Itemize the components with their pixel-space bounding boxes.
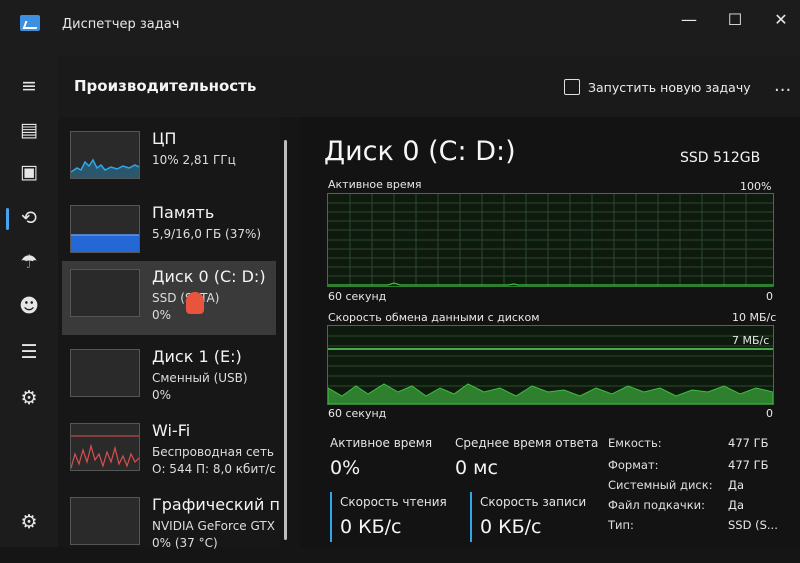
prop-type-label: Тип: xyxy=(608,518,634,532)
transfer-rate-graph-duration: 60 секунд xyxy=(328,407,387,420)
page-header: Производительность Запустить новую задач… xyxy=(58,55,800,117)
device-memory[interactable]: Память 5,9/16,0 ГБ (37%) xyxy=(62,197,276,271)
page-title: Производительность xyxy=(74,77,257,95)
disk-title: Диск 0 (C: D:) xyxy=(324,136,516,167)
device-value: О: 544 П: 8,0 кбит/с xyxy=(152,462,276,476)
stat-active-time-value: 0% xyxy=(330,457,361,479)
stat-response-time-label: Среднее время ответа xyxy=(455,436,599,450)
active-nav-indicator xyxy=(6,208,9,230)
prop-pagefile-value: Да xyxy=(728,498,745,512)
transfer-rate-graph-min: 0 xyxy=(766,407,773,420)
hand-cursor-icon xyxy=(186,292,204,314)
write-speed-accent xyxy=(470,492,472,542)
device-name: Память xyxy=(152,203,215,222)
stat-read-speed-label: Скорость чтения xyxy=(340,495,447,509)
run-task-icon xyxy=(564,79,580,95)
device-list: ЦП 10% 2,81 ГГц Память 5,9/16,0 ГБ (37%)… xyxy=(58,117,280,550)
read-speed-accent xyxy=(330,492,332,542)
device-subtitle: Сменный (USB) xyxy=(152,371,248,385)
transfer-rate-graph-max: 10 МБ/с xyxy=(732,311,777,324)
device-name: Wi-Fi xyxy=(152,421,191,440)
memory-thumbnail-graph xyxy=(70,205,140,253)
active-time-graph-min: 0 xyxy=(766,290,773,303)
active-time-grid xyxy=(328,194,773,286)
device-value: 0% xyxy=(152,308,172,322)
title-bar: Диспетчер задач — ☐ ✕ xyxy=(0,0,800,55)
device-gpu[interactable]: Графический п NVIDIA GeForce GTX 0% (37 … xyxy=(62,489,280,563)
stat-write-speed-label: Скорость записи xyxy=(480,495,587,509)
details-icon[interactable]: ☰ xyxy=(12,335,46,369)
close-button[interactable]: ✕ xyxy=(764,8,798,32)
active-time-graph-duration: 60 секунд xyxy=(328,290,387,303)
task-manager-logo-icon xyxy=(20,15,40,31)
startup-apps-icon[interactable]: ☂ xyxy=(12,245,46,279)
stat-read-speed-value: 0 КБ/с xyxy=(340,516,402,538)
prop-capacity-value: 477 ГБ xyxy=(728,436,769,450)
device-name: ЦП xyxy=(152,129,177,148)
run-task-label: Запустить новую задачу xyxy=(588,80,751,95)
prop-pagefile-label: Файл подкачки: xyxy=(608,498,706,512)
maximize-button[interactable]: ☐ xyxy=(718,8,752,32)
device-name: Графический п xyxy=(152,495,280,514)
prop-system-disk-value: Да xyxy=(728,478,745,492)
device-value: 0% xyxy=(152,388,172,402)
stat-write-speed-value: 0 КБ/с xyxy=(480,516,542,538)
processes-icon[interactable]: ▤ xyxy=(12,113,46,147)
performance-icon[interactable]: ▣ xyxy=(12,155,46,189)
users-icon[interactable]: ☻ xyxy=(12,289,46,323)
prop-system-disk-label: Системный диск: xyxy=(608,478,713,492)
prop-type-value: SSD (S... xyxy=(728,518,778,532)
gpu-thumbnail-graph xyxy=(70,497,140,545)
transfer-rate-graph-label: Скорость обмена данными с диском xyxy=(328,311,540,324)
navigation-rail: ≡ ▤ ▣ ⟲ ☂ ☻ ☰ ⚙ ⚙ xyxy=(0,55,58,547)
settings-icon[interactable]: ⚙ xyxy=(12,505,46,539)
transfer-rate-plot xyxy=(327,335,774,405)
transfer-rate-graph xyxy=(327,325,774,405)
device-name: Диск 1 (E:) xyxy=(152,347,242,366)
wifi-thumbnail-graph xyxy=(70,423,140,471)
device-value: 0% (37 °C) xyxy=(152,536,218,550)
hamburger-menu-icon[interactable]: ≡ xyxy=(12,69,46,103)
stat-response-time-value: 0 мс xyxy=(455,457,498,479)
device-wifi[interactable]: Wi-Fi Беспроводная сеть О: 544 П: 8,0 кб… xyxy=(62,415,276,489)
active-time-graph-label: Активное время xyxy=(328,178,422,191)
prop-format-value: 477 ГБ xyxy=(728,458,769,472)
transfer-rate-current-max: 7 МБ/с xyxy=(732,334,770,347)
run-new-task-button[interactable]: Запустить новую задачу xyxy=(564,79,751,95)
prop-capacity-label: Емкость: xyxy=(608,436,662,450)
device-cpu[interactable]: ЦП 10% 2,81 ГГц xyxy=(62,123,276,197)
stat-active-time-label: Активное время xyxy=(330,436,433,450)
device-subtitle: 5,9/16,0 ГБ (37%) xyxy=(152,227,262,241)
app-history-icon[interactable]: ⟲ xyxy=(12,201,46,235)
disk1-thumbnail-graph xyxy=(70,349,140,397)
services-icon[interactable]: ⚙ xyxy=(12,381,46,415)
minimize-button[interactable]: — xyxy=(672,8,706,32)
device-subtitle: NVIDIA GeForce GTX xyxy=(152,519,275,533)
window-title: Диспетчер задач xyxy=(62,17,180,32)
cpu-thumbnail-graph xyxy=(70,131,140,179)
device-subtitle: Беспроводная сеть xyxy=(152,445,275,459)
active-time-graph-max: 100% xyxy=(740,180,772,193)
device-disk-1[interactable]: Диск 1 (E:) Сменный (USB) 0% xyxy=(62,341,276,415)
active-time-graph xyxy=(327,193,774,287)
device-disk-0[interactable]: Диск 0 (C: D:) SSD (SATA) 0% xyxy=(62,261,276,335)
prop-format-label: Формат: xyxy=(608,458,659,472)
disk0-thumbnail-graph xyxy=(70,269,140,317)
disk-model: SSD 512GB xyxy=(680,150,761,166)
device-subtitle: 10% 2,81 ГГц xyxy=(152,153,236,167)
device-list-scrollbar[interactable] xyxy=(284,140,287,540)
device-name: Диск 0 (C: D:) xyxy=(152,267,266,286)
more-options-button[interactable]: ... xyxy=(774,75,791,96)
